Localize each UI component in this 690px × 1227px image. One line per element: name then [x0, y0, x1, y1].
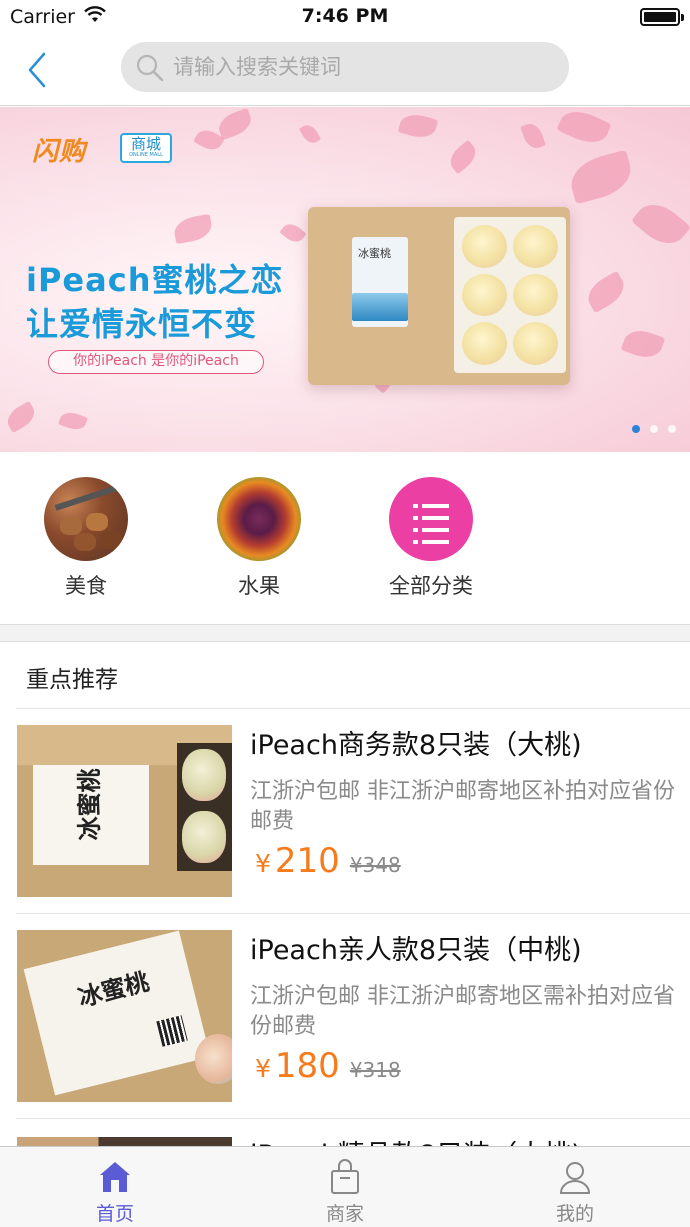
product-image: 冰蜜桃: [17, 930, 232, 1102]
promo-banner[interactable]: 闪购 商城 ONLINE MALL iPeach蜜桃之恋 让爱情永恒不变 你的i…: [0, 107, 690, 452]
original-price: ¥348: [349, 853, 401, 877]
product-card[interactable]: iPeach精品款8只装（大桃): [0, 1119, 690, 1149]
brand-name: 闪购: [32, 137, 87, 167]
section-spacer: [0, 625, 690, 642]
category-food[interactable]: 美食: [26, 477, 146, 600]
tab-label: 商家: [325, 1203, 364, 1225]
product-card[interactable]: 冰蜜桃 iPeach亲人款8只装（中桃) 江浙沪包邮 非江浙沪邮寄地区需补拍对应…: [0, 914, 690, 1119]
product-price: ¥180 ¥318: [255, 1046, 401, 1086]
mall-badge-cn: 商城: [130, 135, 161, 153]
back-chevron-icon: [28, 52, 46, 88]
product-price: ¥210 ¥348: [255, 841, 401, 881]
clock: 7:46 PM: [301, 5, 389, 27]
shopping-bag-icon: [327, 1159, 363, 1199]
tab-label: 首页: [95, 1203, 134, 1225]
brand-logo: 闪购 商城 ONLINE MALL: [32, 131, 172, 168]
tab-home[interactable]: 首页: [0, 1147, 230, 1227]
list-icon: [389, 477, 473, 561]
product-description: 江浙沪包邮 非江浙沪邮寄地区补拍对应省份邮费: [250, 779, 675, 834]
page-dot-1[interactable]: [632, 425, 640, 433]
original-price: ¥318: [349, 1058, 401, 1082]
search-icon: [135, 53, 165, 87]
box-label-text: 冰蜜桃: [358, 247, 391, 260]
grilled-food-image: [44, 477, 128, 561]
peach-gift-box-image: 冰蜜桃: [308, 207, 570, 385]
page-dot-2[interactable]: [650, 425, 658, 433]
product-box-text: 冰蜜桃: [75, 768, 104, 841]
category-fruit[interactable]: 水果: [199, 477, 319, 600]
box-label: 冰蜜桃: [352, 237, 408, 327]
category-label: 全部分类: [389, 574, 473, 598]
banner-tagline: 你的iPeach 是你的iPeach: [48, 350, 264, 374]
tab-label: 我的: [555, 1203, 594, 1225]
search-bar[interactable]: [121, 42, 569, 92]
category-label: 水果: [238, 574, 280, 598]
current-price: 180: [274, 1046, 340, 1086]
currency-symbol: ¥: [255, 849, 271, 878]
product-image: 冰蜜桃: [17, 725, 232, 897]
product-title: iPeach商务款8只装（大桃): [250, 730, 582, 761]
user-icon: [557, 1159, 593, 1199]
product-description: 江浙沪包邮 非江浙沪邮寄地区需补拍对应省份邮费: [250, 984, 675, 1039]
home-icon: [97, 1159, 133, 1199]
currency-symbol: ¥: [255, 1054, 271, 1083]
status-bar: Carrier 7:46 PM: [0, 0, 690, 36]
page-dot-3[interactable]: [668, 425, 676, 433]
mall-badge-en: ONLINE MALL: [129, 152, 163, 158]
search-input[interactable]: [173, 42, 553, 92]
tab-profile[interactable]: 我的: [460, 1147, 690, 1227]
category-all[interactable]: 全部分类: [371, 477, 491, 600]
banner-headline: iPeach蜜桃之恋: [26, 261, 284, 299]
battery-icon: [640, 8, 684, 26]
banner-page-indicator: [632, 425, 676, 433]
nav-bar: [0, 36, 690, 106]
tab-merchants[interactable]: 商家: [230, 1147, 460, 1227]
tab-bar: 首页 商家 我的: [0, 1146, 690, 1227]
banner-subheadline: 让爱情永恒不变: [26, 305, 258, 343]
current-price: 210: [274, 841, 340, 881]
product-card[interactable]: 冰蜜桃 iPeach商务款8只装（大桃) 江浙沪包邮 非江浙沪邮寄地区补拍对应省…: [0, 709, 690, 914]
category-label: 美食: [65, 574, 107, 598]
fruit-image: [217, 477, 301, 561]
mall-badge: 商城 ONLINE MALL: [120, 133, 172, 163]
section-title: 重点推荐: [26, 667, 118, 693]
category-grid: 美食 水果 全部分类: [0, 452, 690, 625]
back-button[interactable]: [20, 48, 56, 92]
product-title: iPeach亲人款8只装（中桃): [250, 935, 582, 966]
